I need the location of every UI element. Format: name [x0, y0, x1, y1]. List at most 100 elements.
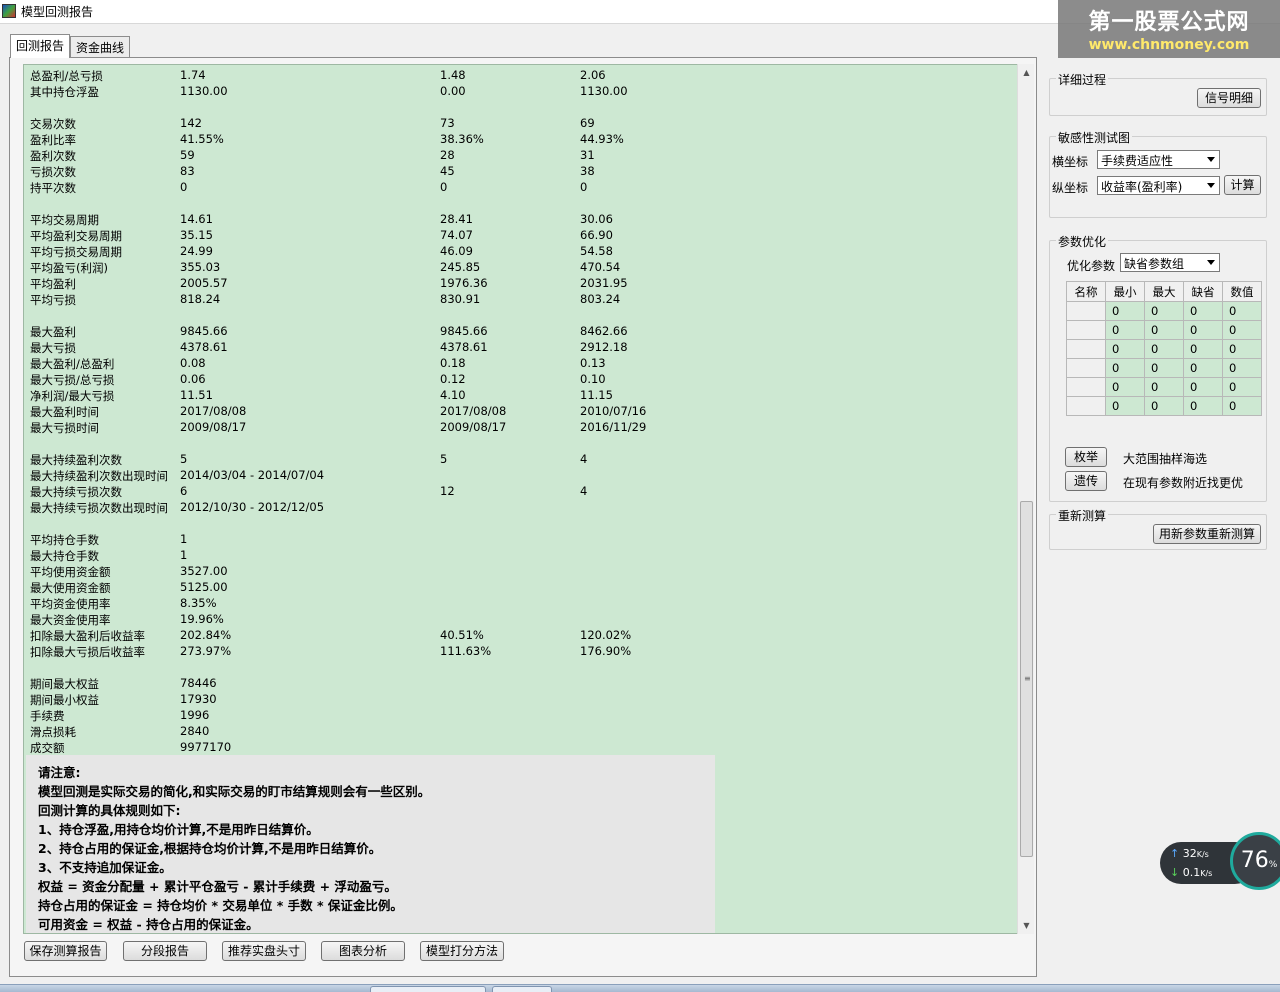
- grid-header-value[interactable]: 数值: [1222, 281, 1262, 302]
- param-grid-cell[interactable]: 0: [1183, 301, 1223, 321]
- param-grid-cell[interactable]: [1066, 339, 1106, 359]
- metric-label: 其中持仓浮盈: [30, 85, 99, 99]
- taskbar-item[interactable]: [492, 986, 552, 992]
- param-grid-row[interactable]: 0000: [1066, 301, 1262, 321]
- param-grid-cell[interactable]: 0: [1183, 320, 1223, 340]
- param-grid-row[interactable]: 0000: [1066, 358, 1262, 378]
- metric-value: 9977170: [180, 740, 232, 754]
- metric-value: 5: [440, 452, 448, 466]
- taskbar-item[interactable]: [370, 986, 486, 992]
- arrow-down-icon: ↓: [1170, 866, 1180, 879]
- metric-value: 470.54: [580, 260, 621, 274]
- param-grid-cell[interactable]: 0: [1144, 396, 1184, 416]
- grid-header-max[interactable]: 最大: [1144, 281, 1184, 302]
- param-grid-cell[interactable]: 0: [1105, 339, 1145, 359]
- tab-backtest-report[interactable]: 回测报告: [10, 34, 71, 58]
- param-grid-cell[interactable]: 0: [1144, 358, 1184, 378]
- param-grid-cell[interactable]: 0: [1222, 377, 1262, 397]
- calculate-button[interactable]: 计算: [1224, 175, 1261, 195]
- metric-value: 0: [580, 180, 588, 194]
- enumerate-button[interactable]: 枚举: [1065, 447, 1107, 467]
- scoring-method-button[interactable]: 模型打分方法: [420, 941, 504, 961]
- param-grid-cell[interactable]: 0: [1222, 396, 1262, 416]
- recalculate-button[interactable]: 用新参数重新测算: [1153, 524, 1261, 544]
- upload-speed: ↑ 32K/s: [1170, 847, 1209, 860]
- param-grid-cell[interactable]: 0: [1183, 339, 1223, 359]
- report-scrollbar[interactable]: ▲ ≡ ▼: [1017, 64, 1034, 934]
- param-grid-cell[interactable]: 0: [1144, 301, 1184, 321]
- param-grid-cell[interactable]: 0: [1144, 339, 1184, 359]
- usage-percent: 76: [1240, 848, 1269, 873]
- param-grid-cell[interactable]: 0: [1222, 339, 1262, 359]
- metric-value: 12: [440, 484, 455, 498]
- metric-value: 3527.00: [180, 564, 228, 578]
- param-grid-cell[interactable]: 0: [1183, 377, 1223, 397]
- param-grid-cell[interactable]: 0: [1105, 320, 1145, 340]
- grid-header-min[interactable]: 最小: [1105, 281, 1145, 302]
- param-grid-row[interactable]: 0000: [1066, 339, 1262, 359]
- param-grid-row[interactable]: 0000: [1066, 396, 1262, 416]
- param-grid-cell[interactable]: [1066, 396, 1106, 416]
- param-grid-cell[interactable]: 0: [1105, 396, 1145, 416]
- param-grid-row[interactable]: 0000: [1066, 320, 1262, 340]
- metric-value: 1996: [180, 708, 210, 722]
- grid-header-default[interactable]: 缺省: [1183, 281, 1223, 302]
- signal-detail-button[interactable]: 信号明细: [1197, 88, 1261, 108]
- app-icon: [2, 4, 16, 18]
- metric-label: 平均使用资金额: [30, 565, 111, 579]
- network-monitor[interactable]: ↑ 32K/s ↓ 0.1K/s 76%: [1160, 832, 1280, 890]
- param-grid-cell[interactable]: 0: [1183, 396, 1223, 416]
- notice-line: 2、持仓占用的保证金,根据持仓均价计算,不是用昨日结算价。: [38, 841, 382, 856]
- param-grid-cell[interactable]: 0: [1222, 301, 1262, 321]
- enumerate-description: 大范围抽样海选: [1123, 452, 1208, 466]
- metric-label: 净利润/最大亏损: [30, 389, 115, 403]
- optimize-param-select[interactable]: 缺省参数组: [1120, 253, 1220, 272]
- segment-report-button[interactable]: 分段报告: [123, 941, 207, 961]
- scroll-up-arrow-icon[interactable]: ▲: [1018, 64, 1035, 81]
- metric-label: 扣除最大盈利后收益率: [30, 629, 145, 643]
- metric-label: 最大持续亏损次数: [30, 485, 122, 499]
- notice-line: 请注意:: [38, 765, 81, 780]
- x-axis-select[interactable]: 手续费适应性: [1097, 150, 1220, 169]
- param-grid-cell[interactable]: 0: [1222, 320, 1262, 340]
- param-grid-cell[interactable]: [1066, 377, 1106, 397]
- param-grid-cell[interactable]: [1066, 301, 1106, 321]
- metric-value: 4: [580, 452, 588, 466]
- scroll-thumb[interactable]: ≡: [1020, 501, 1033, 857]
- y-axis-value: 收益率(盈利率): [1101, 180, 1183, 194]
- metric-value: 818.24: [180, 292, 221, 306]
- y-axis-select[interactable]: 收益率(盈利率): [1097, 176, 1220, 195]
- param-grid-cell[interactable]: 0: [1105, 358, 1145, 378]
- param-grid-cell[interactable]: 0: [1144, 377, 1184, 397]
- metric-label: 最大盈利时间: [30, 405, 99, 419]
- metric-value: 2016/11/29: [580, 420, 647, 434]
- save-report-button[interactable]: 保存测算报告: [24, 941, 107, 961]
- param-grid-cell[interactable]: 0: [1105, 301, 1145, 321]
- metric-value: 0.08: [180, 356, 206, 370]
- recommend-position-button[interactable]: 推荐实盘头寸: [222, 941, 306, 961]
- genetic-button[interactable]: 遗传: [1065, 471, 1107, 491]
- chart-analysis-button[interactable]: 图表分析: [321, 941, 405, 961]
- scroll-down-arrow-icon[interactable]: ▼: [1018, 917, 1035, 934]
- notice-line: 3、不支持追加保证金。: [38, 860, 172, 875]
- param-grid-cell[interactable]: [1066, 320, 1106, 340]
- metric-value: 83: [180, 164, 195, 178]
- metric-value: 0: [440, 180, 448, 194]
- param-grid-cell[interactable]: 0: [1144, 320, 1184, 340]
- metric-label: 最大盈利: [30, 325, 76, 339]
- tab-equity-curve[interactable]: 资金曲线: [70, 36, 131, 58]
- param-grid-cell[interactable]: [1066, 358, 1106, 378]
- metric-label: 平均盈亏(利润): [30, 261, 108, 275]
- grid-header-name[interactable]: 名称: [1066, 281, 1106, 302]
- param-grid-cell[interactable]: 0: [1183, 358, 1223, 378]
- metric-value: 17930: [180, 692, 217, 706]
- grip-icon: ≡: [1024, 674, 1031, 683]
- metric-label: 最大持续亏损次数出现时间: [30, 501, 168, 515]
- metric-value: 31: [580, 148, 595, 162]
- metric-value: 73: [440, 116, 455, 130]
- param-grid-cell[interactable]: 0: [1105, 377, 1145, 397]
- param-grid-row[interactable]: 0000: [1066, 377, 1262, 397]
- metric-value: 4: [580, 484, 588, 498]
- param-grid-cell[interactable]: 0: [1222, 358, 1262, 378]
- metric-value: 2031.95: [580, 276, 628, 290]
